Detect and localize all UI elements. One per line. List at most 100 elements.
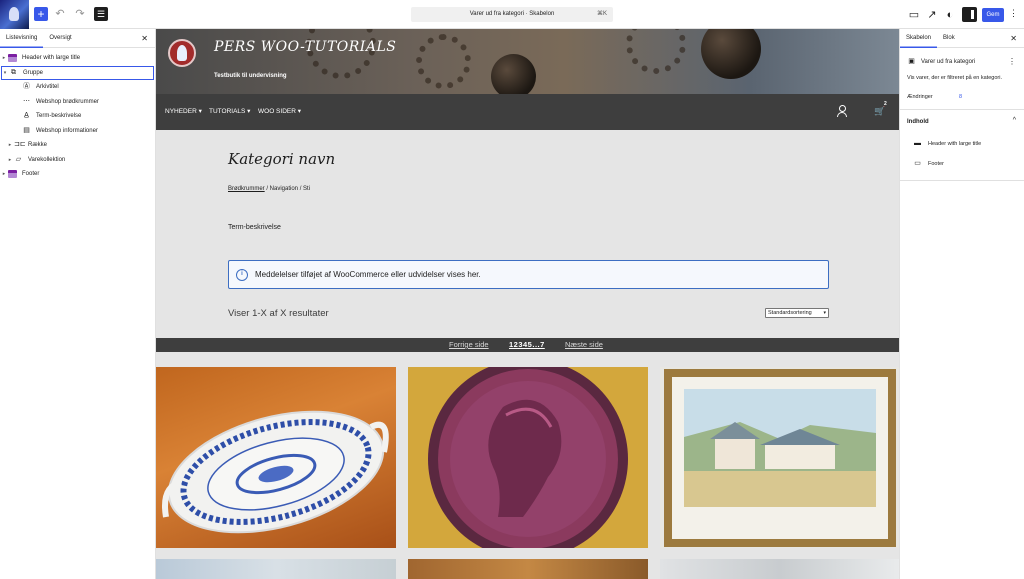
tab-block[interactable]: Blok [937,29,961,48]
desktop-preview-icon[interactable]: ▭ [906,7,922,23]
redo-icon[interactable]: ↷ [72,6,88,22]
layout-icon: ▣ [908,58,915,65]
editor-top-bar: + ↶ ↷ ☰ Varer ud fra kategori · Skabelon… [0,0,1024,29]
chevron-right-icon[interactable]: ▸ [6,142,14,148]
save-button[interactable]: Gem [982,7,1004,22]
site-icon[interactable] [0,0,29,29]
content-item-label: Header with large title [928,141,982,147]
group-icon: ⧉ [11,68,16,76]
list-item[interactable]: ▸ ▱ Varekollektion [0,153,155,168]
template-part-icon [8,54,17,63]
panel-divider [900,180,1024,181]
site-tagline[interactable]: Testbutik til undervisning [214,73,287,79]
cart-icon[interactable]: 🛒 [874,106,885,117]
chevron-down-icon[interactable]: ▾ [1,70,9,76]
list-item-label: Term-beskrivelse [36,113,82,120]
pagination-bar: Forrige side 12345...7 Næste side [156,338,899,352]
breadcrumb-link[interactable]: Brødkrummer [228,186,265,192]
undo-icon[interactable]: ↶ [52,6,68,22]
chevron-right-icon[interactable]: ▸ [0,55,8,61]
add-block-button[interactable]: + [34,7,48,21]
right-panel-tabs: Skabelon Blok ✕ [900,29,1024,48]
list-item[interactable]: ▸ Header with large title [0,51,155,66]
tab-list-view[interactable]: Listevisning [0,29,43,48]
catalog-sorting-select[interactable]: Standardsortering [765,308,829,318]
site-title[interactable]: PERS WOO-TUTORIALS [214,39,396,55]
store-notices-icon: ▤ [23,126,30,134]
list-view-panel: Listevisning Oversigt ✕ ▸ Header with la… [0,29,156,579]
site-header[interactable]: PERS WOO-TUTORIALS Testbutik til undervi… [156,29,899,94]
notice-text: Meddelelser tilføjet af WooCommerce elle… [255,270,481,279]
nav-item-woo-sider[interactable]: WOO SIDER ▾ [258,107,301,115]
breadcrumbs-icon: ⋯ [23,97,30,105]
list-item[interactable]: ▸ Footer [0,167,155,182]
pagination-page-numbers[interactable]: 12345...7 [509,340,545,349]
content-section-title[interactable]: Indhold [907,119,929,125]
chevron-right-icon[interactable]: ▸ [0,171,8,177]
navigation-bar: NYHEDER ▾ TUTORIALS ▾ WOO SIDER ▾ 🛒 2 [156,94,899,130]
editor-canvas[interactable]: PERS WOO-TUTORIALS Testbutik til undervi… [156,29,899,579]
archive-title-icon: Ⓐ [23,83,30,91]
panel-divider [900,109,1024,110]
close-icon[interactable]: ✕ [141,34,148,43]
header-cannonball-decoration [491,54,536,94]
revisions-link[interactable]: 8 [959,94,962,100]
list-item[interactable]: ⋯ Webshop brødkrummer [0,95,155,110]
store-notice[interactable]: i Meddelelser tilføjet af WooCommerce el… [228,260,829,289]
top-bar-actions: ▭ ↗ ◐ Gem [904,0,1024,29]
block-tree: ▸ Header with large title ▾ ⧉ Gruppe Ⓐ A… [0,48,155,182]
command-palette-bar[interactable]: Varer ud fra kategori · Skabelon ⌘K [411,7,613,22]
list-item-label: Varekollektion [28,156,66,163]
pagination-next-link[interactable]: Næste side [565,340,603,349]
list-item[interactable]: A̲ Term-beskrivelse [0,109,155,124]
tab-outline[interactable]: Oversigt [43,29,77,48]
list-item-label: Gruppe [23,69,44,76]
pagination-prev-link[interactable]: Forrige side [449,340,489,349]
content-item-footer[interactable]: ▭ Footer [913,160,944,168]
list-item-label: Række [28,142,48,149]
more-options-icon[interactable]: ⋮ [1009,8,1018,19]
product-image[interactable] [156,559,396,579]
external-link-icon[interactable]: ↗ [924,7,940,23]
list-item[interactable]: ▸ ⊐⊏ Række [0,138,155,153]
term-description-icon: A̲ [24,112,29,120]
product-image[interactable] [660,367,899,548]
header-cannonball-decoration [701,29,761,79]
header-icon: ▬ [914,140,921,147]
breadcrumb-path: / Navigation / Sti [264,186,311,192]
framed-painting-illustration [664,369,896,547]
list-item-label: Footer [22,171,40,178]
list-item-label: Arkivtitel [36,84,59,91]
site-logo[interactable] [168,39,196,67]
nav-item-tutorials[interactable]: TUTORIALS ▾ [209,107,250,115]
more-options-icon[interactable]: ⋮ [1008,57,1016,66]
template-part-icon [8,170,17,179]
list-item[interactable]: ▤ Webshop informationer [0,124,155,139]
list-item[interactable]: Ⓐ Arkivtitel [0,80,155,95]
close-icon[interactable]: ✕ [1010,34,1017,43]
tab-template[interactable]: Skabelon [900,29,937,48]
nav-item-nyheder[interactable]: NYHEDER ▾ [165,107,202,115]
archive-title[interactable]: Kategori navn [228,150,335,168]
breadcrumb[interactable]: Brødkrummer / Navigation / Sti [228,186,310,192]
settings-sidebar-icon[interactable] [962,7,977,22]
content-item-header[interactable]: ▬ Header with large title [913,140,981,148]
product-image[interactable] [660,559,899,579]
styles-icon[interactable]: ◐ [942,7,958,23]
list-view-toggle-icon[interactable]: ☰ [94,7,108,21]
list-item-label: Webshop informationer [36,127,98,134]
term-description[interactable]: Term-beskrivelse [228,224,281,231]
porcelain-dish-illustration [162,410,389,534]
list-item[interactable]: ▾ ⧉ Gruppe [1,65,154,80]
product-results-count[interactable]: Viser 1-X af X resultater [228,308,329,319]
portrait-plate-illustration [428,367,628,548]
chevron-up-icon[interactable]: ^ [1013,117,1016,124]
product-image[interactable] [156,367,396,548]
list-item-label: Header with large title [22,55,81,62]
user-account-icon[interactable] [837,105,847,117]
info-icon: i [236,269,248,281]
product-image[interactable] [408,367,648,548]
product-image[interactable] [408,559,648,579]
chevron-right-icon[interactable]: ▸ [6,157,14,163]
settings-panel: Skabelon Blok ✕ ▣ Varer ud fra kategori … [899,29,1024,579]
